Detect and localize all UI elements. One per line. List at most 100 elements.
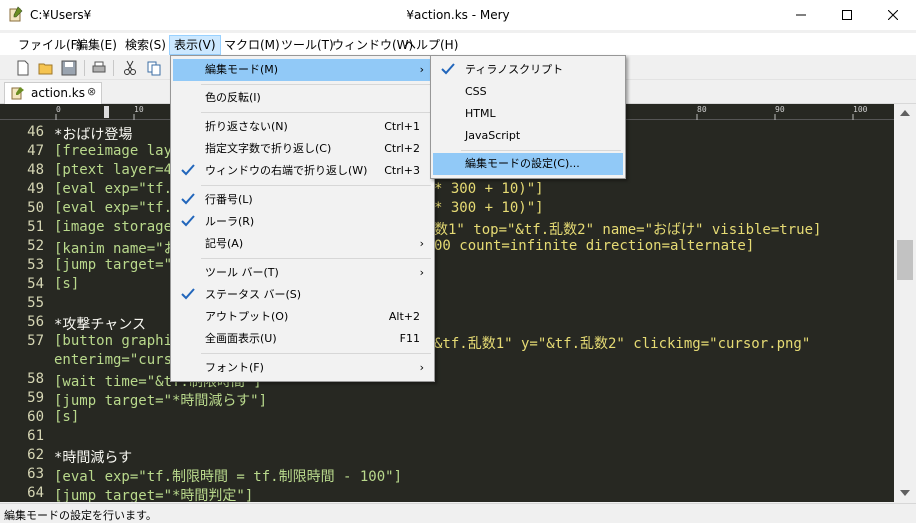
- menu-item-ruler[interactable]: ルーラ(R): [173, 211, 432, 233]
- menu-item-invert-colors[interactable]: 色の反転(I): [173, 87, 432, 109]
- tab-close-icon[interactable]: ⊗: [87, 85, 96, 98]
- menu-item-label: HTML: [465, 107, 496, 120]
- minimize-button[interactable]: [778, 0, 824, 30]
- menu-item-label: ステータス バー(S): [205, 288, 302, 301]
- ruler-label: 80: [697, 105, 707, 114]
- view-dropdown-menu: 編集モード(M) › 色の反転(I) 折り返さない(N) Ctrl+1 指定文字…: [170, 55, 435, 382]
- menu-item-fullscreen[interactable]: 全画面表示(U) F11: [173, 328, 432, 350]
- mode-item-settings[interactable]: 編集モードの設定(C)...: [433, 153, 623, 175]
- code-line-tail: 00 count=infinite direction=alternate]: [434, 238, 755, 254]
- menu-item-label: ウィンドウの右端で折り返し(W): [205, 164, 368, 177]
- edit-mode-submenu: ティラノスクリプト CSS HTML JavaScript 編集モードの設定(C…: [430, 55, 626, 179]
- code-line: [freeimage laye: [54, 143, 181, 159]
- scroll-thumb[interactable]: [897, 240, 913, 280]
- menu-separator: [201, 353, 431, 354]
- menu-item-label: ティラノスクリプト: [465, 63, 564, 76]
- code-line: *おばけ登場: [54, 127, 133, 143]
- scroll-down-icon[interactable]: [900, 490, 910, 496]
- menu-bar: ファイル(F) 編集(E) 検索(S) 表示(V) マクロ(M) ツール(T) …: [0, 33, 916, 55]
- menu-item-shortcut: Alt+2: [388, 310, 420, 323]
- line-number: 50: [27, 200, 44, 216]
- menu-item-output[interactable]: アウトプット(O) Alt+2: [173, 306, 432, 328]
- submenu-arrow-icon: ›: [419, 237, 424, 250]
- line-number: 49: [27, 181, 44, 197]
- menu-item-font[interactable]: フォント(F) ›: [173, 357, 432, 379]
- menu-macro[interactable]: マクロ(M): [220, 35, 284, 55]
- code-line: *攻撃チャンス: [54, 317, 147, 333]
- code-line: [jump target="*時間判定"]: [54, 488, 254, 502]
- line-number: 58: [27, 371, 44, 387]
- code-line: [jump target="*時間減らす"]: [54, 393, 268, 409]
- line-number: 55: [27, 295, 44, 311]
- mode-item-tyranoscript[interactable]: ティラノスクリプト: [433, 59, 623, 81]
- scroll-up-icon[interactable]: [900, 110, 910, 116]
- menu-item-toolbar[interactable]: ツール バー(T) ›: [173, 262, 432, 284]
- mode-item-css[interactable]: CSS: [433, 81, 623, 103]
- menu-item-label: 記号(A): [205, 237, 244, 250]
- menu-item-label: ルーラ(R): [205, 215, 255, 228]
- menu-item-shortcut: F11: [399, 332, 420, 345]
- line-number: 64: [27, 485, 44, 501]
- menu-separator: [201, 185, 431, 186]
- code-line: enterimg="curso: [54, 352, 181, 368]
- copy-icon[interactable]: [145, 59, 163, 77]
- save-icon[interactable]: [60, 59, 78, 77]
- mode-item-html[interactable]: HTML: [433, 103, 623, 125]
- code-line: [button graphic: [54, 333, 181, 349]
- status-bar: 編集モードの設定を行います。: [0, 503, 916, 523]
- open-folder-icon[interactable]: [37, 59, 55, 77]
- code-line: *時間減らす: [54, 450, 133, 466]
- menu-help[interactable]: ヘルプ(H): [400, 35, 462, 55]
- menu-item-label: 折り返さない(N): [205, 120, 288, 133]
- menu-item-line-numbers[interactable]: 行番号(L): [173, 189, 432, 211]
- menu-item-edit-mode[interactable]: 編集モード(M) ›: [173, 59, 432, 81]
- tab-action-ks[interactable]: action.ks ⊗: [4, 82, 102, 104]
- menu-separator: [201, 112, 431, 113]
- ruler-label: 0: [56, 105, 61, 114]
- menu-separator: [201, 84, 431, 85]
- menu-item-label: ツール バー(T): [205, 266, 279, 279]
- menu-item-wrap-chars[interactable]: 指定文字数で折り返し(C) Ctrl+2: [173, 138, 432, 160]
- code-line: [eval exp="tf.: [54, 181, 173, 197]
- code-line-tail: * 300 + 10)"]: [434, 181, 544, 197]
- menu-item-label: 編集モード(M): [205, 63, 279, 76]
- menu-edit[interactable]: 編集(E): [72, 35, 121, 55]
- vertical-scrollbar[interactable]: [894, 104, 916, 502]
- line-number-gutter: 46 47 48 49 50 51 52 53 54 55 56 57 58 59 60 61 62 63 64: [0, 120, 48, 502]
- checkmark-icon: [181, 215, 195, 227]
- menu-item-statusbar[interactable]: ステータス バー(S): [173, 284, 432, 306]
- code-line: [s]: [54, 409, 80, 425]
- line-number: 52: [27, 238, 44, 254]
- line-number: 61: [27, 428, 44, 444]
- menu-item-symbols[interactable]: 記号(A) ›: [173, 233, 432, 255]
- code-line: [eval exp="tf.制限時間 = tf.制限時間 - 100"]: [54, 469, 403, 485]
- ruler-label: 10: [134, 105, 144, 114]
- mode-item-javascript[interactable]: JavaScript: [433, 125, 623, 147]
- line-number: 63: [27, 466, 44, 482]
- cut-icon[interactable]: [121, 59, 139, 77]
- document-icon: [11, 87, 24, 100]
- menu-item-no-wrap[interactable]: 折り返さない(N) Ctrl+1: [173, 116, 432, 138]
- code-line: [s]: [54, 276, 80, 292]
- app-icon[interactable]: [8, 6, 24, 22]
- menu-item-shortcut: Ctrl+3: [384, 164, 420, 177]
- code-line-tail: &tf.乱数1" y="&tf.乱数2" clickimg="cursor.pn…: [434, 336, 811, 352]
- line-number: 51: [27, 219, 44, 235]
- maximize-button[interactable]: [824, 0, 870, 30]
- checkmark-icon: [181, 193, 195, 205]
- menu-item-label: JavaScript: [465, 129, 521, 142]
- menu-item-label: 指定文字数で折り返し(C): [205, 142, 332, 155]
- menu-item-wrap-window[interactable]: ウィンドウの右端で折り返し(W) Ctrl+3: [173, 160, 432, 182]
- title-bar: C:¥Users¥ ¥action.ks - Mery: [0, 0, 916, 30]
- maximize-icon: [842, 10, 852, 20]
- new-file-icon[interactable]: [14, 59, 32, 77]
- menu-item-label: 色の反転(I): [205, 91, 261, 104]
- close-button[interactable]: [870, 0, 916, 30]
- print-icon[interactable]: [90, 59, 108, 77]
- menu-item-label: 全画面表示(U): [205, 332, 277, 345]
- line-number: 46: [27, 124, 44, 140]
- menu-view[interactable]: 表示(V): [169, 35, 221, 55]
- menu-search[interactable]: 検索(S): [121, 35, 170, 55]
- code-line: [image storage: [54, 219, 173, 235]
- menu-item-label: CSS: [465, 85, 487, 98]
